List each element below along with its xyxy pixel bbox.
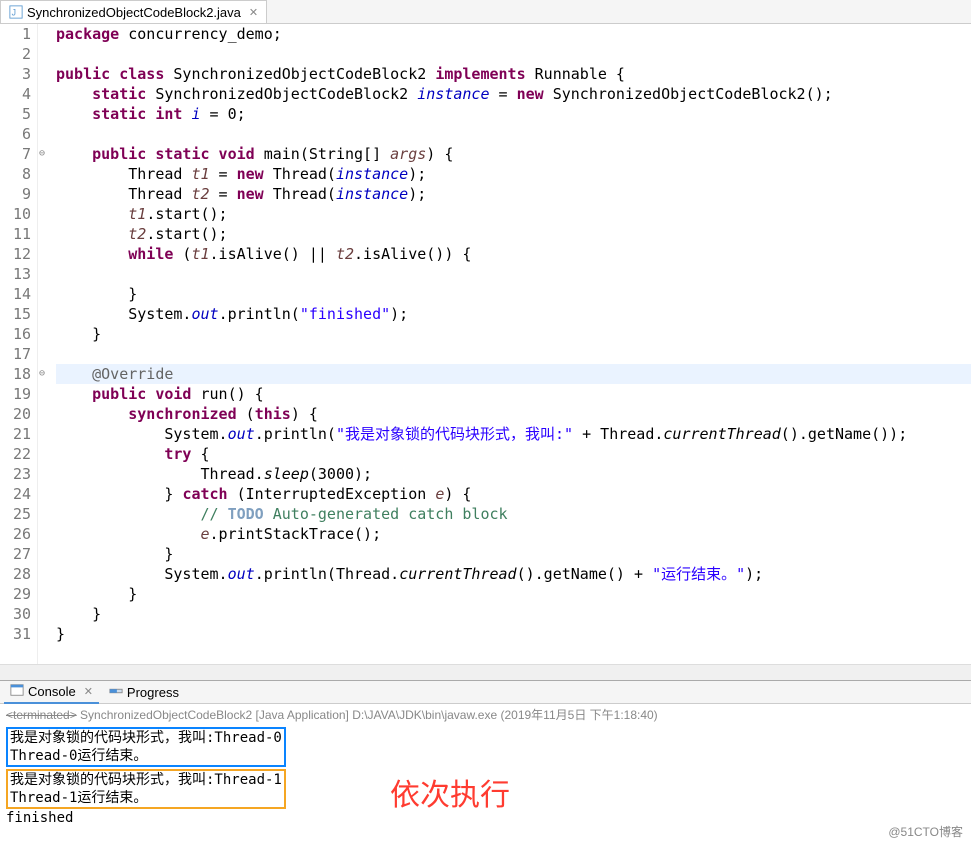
code-line[interactable] [56, 264, 971, 284]
line-number: 20 [0, 404, 31, 424]
line-number: 7 [0, 144, 31, 164]
console-run-header: <terminated> SynchronizedObjectCodeBlock… [0, 704, 971, 725]
code-line[interactable]: public static void main(String[] args) { [56, 144, 971, 164]
line-number: 30 [0, 604, 31, 624]
line-number: 11 [0, 224, 31, 244]
code-line[interactable]: try { [56, 444, 971, 464]
code-line[interactable]: @Override [56, 364, 971, 384]
code-line[interactable]: Thread t1 = new Thread(instance); [56, 164, 971, 184]
run-config-label: SynchronizedObjectCodeBlock2 [Java Appli… [77, 708, 658, 722]
line-number: 27 [0, 544, 31, 564]
code-line[interactable]: Thread.sleep(3000); [56, 464, 971, 484]
code-line[interactable]: public class SynchronizedObjectCodeBlock… [56, 64, 971, 84]
line-number: 29 [0, 584, 31, 604]
horizontal-scrollbar[interactable] [0, 664, 971, 680]
line-number: 21 [0, 424, 31, 444]
line-number: 17 [0, 344, 31, 364]
line-number: 28 [0, 564, 31, 584]
line-number: 25 [0, 504, 31, 524]
line-number: 1 [0, 24, 31, 44]
line-number: 23 [0, 464, 31, 484]
editor-tab[interactable]: J SynchronizedObjectCodeBlock2.java ✕ [0, 0, 267, 23]
line-number: 9 [0, 184, 31, 204]
code-line[interactable]: } [56, 284, 971, 304]
output-block-thread1: 我是对象锁的代码块形式，我叫:Thread-1 Thread-1运行结束。 [6, 769, 286, 809]
close-icon[interactable]: ✕ [249, 6, 258, 19]
code-line[interactable]: // TODO Auto-generated catch block [56, 504, 971, 524]
code-line[interactable]: Thread t2 = new Thread(instance); [56, 184, 971, 204]
watermark: @51CTO博客 [888, 823, 963, 840]
line-number: 31 [0, 624, 31, 644]
code-line[interactable]: System.out.println("finished"); [56, 304, 971, 324]
tab-progress[interactable]: Progress [103, 682, 185, 703]
code-line[interactable]: } [56, 324, 971, 344]
code-line[interactable]: package concurrency_demo; [56, 24, 971, 44]
tab-console-label: Console [28, 684, 76, 699]
line-number: 2 [0, 44, 31, 64]
output-block-thread0: 我是对象锁的代码块形式，我叫:Thread-0 Thread-0运行结束。 [6, 727, 286, 767]
line-number: 18 [0, 364, 31, 384]
line-number: 19 [0, 384, 31, 404]
console-line: 我是对象锁的代码块形式，我叫:Thread-0 [10, 729, 282, 747]
terminated-label: <terminated> [6, 708, 77, 722]
java-file-icon: J [9, 5, 23, 19]
code-line[interactable] [56, 124, 971, 144]
code-line[interactable]: static SynchronizedObjectCodeBlock2 inst… [56, 84, 971, 104]
line-number: 8 [0, 164, 31, 184]
code-line[interactable]: } [56, 584, 971, 604]
line-number: 15 [0, 304, 31, 324]
code-line[interactable]: } [56, 604, 971, 624]
line-number: 5 [0, 104, 31, 124]
code-line[interactable]: System.out.println(Thread.currentThread(… [56, 564, 971, 584]
line-number: 6 [0, 124, 31, 144]
code-line[interactable]: } [56, 544, 971, 564]
console-line: Thread-0运行结束。 [10, 747, 282, 765]
code-line[interactable]: t2.start(); [56, 224, 971, 244]
close-icon[interactable]: ✕ [84, 685, 93, 698]
progress-icon [109, 684, 123, 701]
line-number: 22 [0, 444, 31, 464]
code-line[interactable]: e.printStackTrace(); [56, 524, 971, 544]
line-number: 26 [0, 524, 31, 544]
code-line[interactable]: synchronized (this) { [56, 404, 971, 424]
code-line[interactable]: } catch (InterruptedException e) { [56, 484, 971, 504]
console-tab-bar: Console ✕ Progress [0, 680, 971, 704]
line-number: 10 [0, 204, 31, 224]
line-number-gutter: 1234567891011121314151617181920212223242… [0, 24, 38, 664]
tab-console[interactable]: Console ✕ [4, 681, 99, 704]
line-number: 13 [0, 264, 31, 284]
code-editor[interactable]: 1234567891011121314151617181920212223242… [0, 24, 971, 664]
annotation-text: 依次执行 [390, 770, 510, 814]
code-line[interactable] [56, 344, 971, 364]
line-number: 14 [0, 284, 31, 304]
line-number: 12 [0, 244, 31, 264]
line-number: 16 [0, 324, 31, 344]
code-area[interactable]: package concurrency_demo;public class Sy… [38, 24, 971, 664]
tab-progress-label: Progress [127, 685, 179, 700]
code-line[interactable]: public void run() { [56, 384, 971, 404]
console-icon [10, 683, 24, 700]
code-line[interactable] [56, 44, 971, 64]
editor-tab-bar: J SynchronizedObjectCodeBlock2.java ✕ [0, 0, 971, 24]
code-line[interactable]: } [56, 624, 971, 644]
code-line[interactable]: static int i = 0; [56, 104, 971, 124]
line-number: 4 [0, 84, 31, 104]
code-line[interactable]: while (t1.isAlive() || t2.isAlive()) { [56, 244, 971, 264]
line-number: 3 [0, 64, 31, 84]
console-line: Thread-1运行结束。 [10, 789, 282, 807]
tab-filename: SynchronizedObjectCodeBlock2.java [27, 5, 241, 20]
console-line: 我是对象锁的代码块形式，我叫:Thread-1 [10, 771, 282, 789]
code-line[interactable]: t1.start(); [56, 204, 971, 224]
line-number: 24 [0, 484, 31, 504]
code-line[interactable]: System.out.println("我是对象锁的代码块形式，我叫:" + T… [56, 424, 971, 444]
svg-text:J: J [12, 8, 16, 18]
